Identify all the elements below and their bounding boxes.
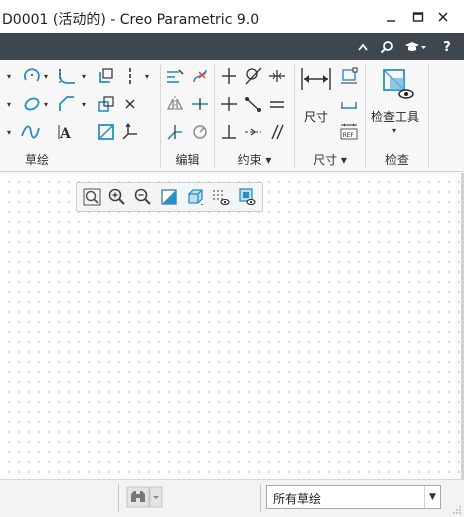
ribbon: ▾ ▾ ▾ ▾ ▾ ▾ ▾ ▾ A 草绘 编辑 约束 ▾ 尺寸 REF 尺寸 ▾… xyxy=(0,60,464,172)
divide-icon[interactable] xyxy=(190,94,210,114)
sketcher-display-icon[interactable] xyxy=(211,187,231,207)
dropdown-arrow-icon[interactable]: ▾ xyxy=(145,72,154,81)
dropdown-arrow-icon[interactable]: ▾ xyxy=(392,126,401,135)
rotate-resize-icon[interactable] xyxy=(190,122,210,142)
edit-group-label: 编辑 xyxy=(175,153,200,167)
saved-orientations-icon[interactable] xyxy=(237,187,257,207)
close-button[interactable] xyxy=(432,6,454,28)
graduation-cap-icon xyxy=(405,42,426,51)
midpoint-constraint-icon[interactable] xyxy=(267,66,287,86)
dropdown-arrow-icon[interactable]: ▾ xyxy=(7,100,16,109)
status-bar: 所有草绘 ▼ xyxy=(0,479,464,517)
csys-icon[interactable] xyxy=(120,122,140,142)
search-icon xyxy=(380,41,393,54)
find-button[interactable] xyxy=(126,486,164,508)
quick-access-strip: ? xyxy=(0,33,464,60)
dropdown-arrow-icon[interactable]: ▾ xyxy=(7,128,16,137)
zoom-out-icon[interactable] xyxy=(133,187,153,207)
creo-window: D0001 (活动的) - Creo Parametric 9.0 ? ▾ ▾ … xyxy=(0,0,464,517)
help-button[interactable]: ? xyxy=(440,37,454,57)
fillet-icon[interactable] xyxy=(57,66,77,86)
maximize-icon xyxy=(412,12,424,22)
normal-dimension-icon[interactable] xyxy=(299,66,333,92)
ellipse-icon[interactable] xyxy=(22,94,42,114)
minimize-icon xyxy=(387,20,395,22)
chevron-down-icon[interactable]: ▼ xyxy=(424,486,440,508)
thicken-icon[interactable] xyxy=(96,94,116,114)
repaint-icon[interactable] xyxy=(159,187,179,207)
constraint-group: 约束 ▾ xyxy=(215,60,294,172)
baseline-icon[interactable] xyxy=(339,94,359,114)
spline-icon[interactable] xyxy=(20,122,40,142)
equal-constraint-icon[interactable] xyxy=(267,94,287,114)
constraint-group-label[interactable]: 约束 ▾ xyxy=(215,151,294,168)
vertical-constraint-icon[interactable] xyxy=(219,66,239,86)
search-button[interactable] xyxy=(378,37,396,57)
dimension-group: 尺寸 REF 尺寸 ▾ xyxy=(295,60,365,172)
delete-segment-icon[interactable] xyxy=(190,66,210,86)
close-icon xyxy=(438,12,448,22)
selection-filter-select[interactable]: 所有草绘 ▼ xyxy=(266,485,441,509)
horizontal-constraint-icon[interactable] xyxy=(219,94,239,114)
coincident-constraint-icon[interactable] xyxy=(243,94,263,114)
corner-icon[interactable] xyxy=(165,122,185,142)
palette-icon[interactable] xyxy=(96,122,116,142)
parallel-constraint-icon[interactable] xyxy=(267,122,287,142)
title-bar: D0001 (活动的) - Creo Parametric 9.0 xyxy=(0,0,464,33)
minimize-button[interactable] xyxy=(380,6,402,28)
inspect-tools-icon[interactable] xyxy=(380,66,414,100)
svg-text:REF: REF xyxy=(343,132,355,139)
point-icon[interactable] xyxy=(120,94,140,114)
symmetric-constraint-icon[interactable] xyxy=(243,122,263,142)
chamfer-icon[interactable] xyxy=(57,94,77,114)
perimeter-icon[interactable] xyxy=(339,66,359,86)
window-title: D0001 (活动的) - Creo Parametric 9.0 xyxy=(2,12,260,28)
centerline-icon[interactable] xyxy=(120,66,140,86)
sketch-canvas[interactable] xyxy=(0,173,462,479)
inspect-group: 检查工具 ▾ 检查 xyxy=(366,60,428,172)
collapse-ribbon-button[interactable] xyxy=(356,37,370,57)
modify-icon[interactable] xyxy=(165,66,185,86)
sketch-group: ▾ ▾ ▾ ▾ ▾ ▾ ▾ ▾ A 草绘 xyxy=(0,60,160,172)
learning-button[interactable] xyxy=(402,37,428,57)
text-icon[interactable]: A xyxy=(57,122,77,142)
chevron-up-icon xyxy=(358,43,368,51)
arc-icon[interactable] xyxy=(22,66,42,86)
dropdown-arrow-icon[interactable]: ▾ xyxy=(44,72,53,81)
resize-grip-icon[interactable] xyxy=(452,505,462,515)
sketch-group-label: 草绘 xyxy=(24,153,49,167)
status-divider xyxy=(260,484,261,512)
ribbon-divider xyxy=(428,64,429,168)
display-style-icon[interactable] xyxy=(185,187,205,207)
maximize-button[interactable] xyxy=(407,6,429,28)
binoculars-icon xyxy=(126,486,163,508)
graphics-toolbar xyxy=(76,182,263,212)
status-divider xyxy=(118,484,119,512)
dimension-group-label[interactable]: 尺寸 ▾ xyxy=(295,151,365,168)
edit-group: 编辑 xyxy=(161,60,214,172)
svg-text:A: A xyxy=(59,126,72,142)
dimension-button-label[interactable]: 尺寸 xyxy=(304,108,328,125)
selection-filter-value: 所有草绘 xyxy=(273,492,322,506)
tangent-constraint-icon[interactable] xyxy=(243,66,263,86)
dropdown-arrow-icon[interactable]: ▾ xyxy=(82,100,91,109)
dropdown-arrow-icon[interactable]: ▾ xyxy=(82,72,91,81)
inspect-tools-label[interactable]: 检查工具 xyxy=(371,108,419,125)
inspect-group-label: 检查 xyxy=(384,153,409,167)
perpendicular-constraint-icon[interactable] xyxy=(219,122,239,142)
mirror-icon[interactable] xyxy=(165,94,185,114)
dropdown-arrow-icon[interactable]: ▾ xyxy=(44,100,53,109)
offset-icon[interactable] xyxy=(96,66,116,86)
zoom-in-icon[interactable] xyxy=(107,187,127,207)
refit-icon[interactable] xyxy=(82,187,102,207)
reference-dimension-icon[interactable]: REF xyxy=(339,122,359,142)
dropdown-arrow-icon[interactable]: ▾ xyxy=(7,72,16,81)
